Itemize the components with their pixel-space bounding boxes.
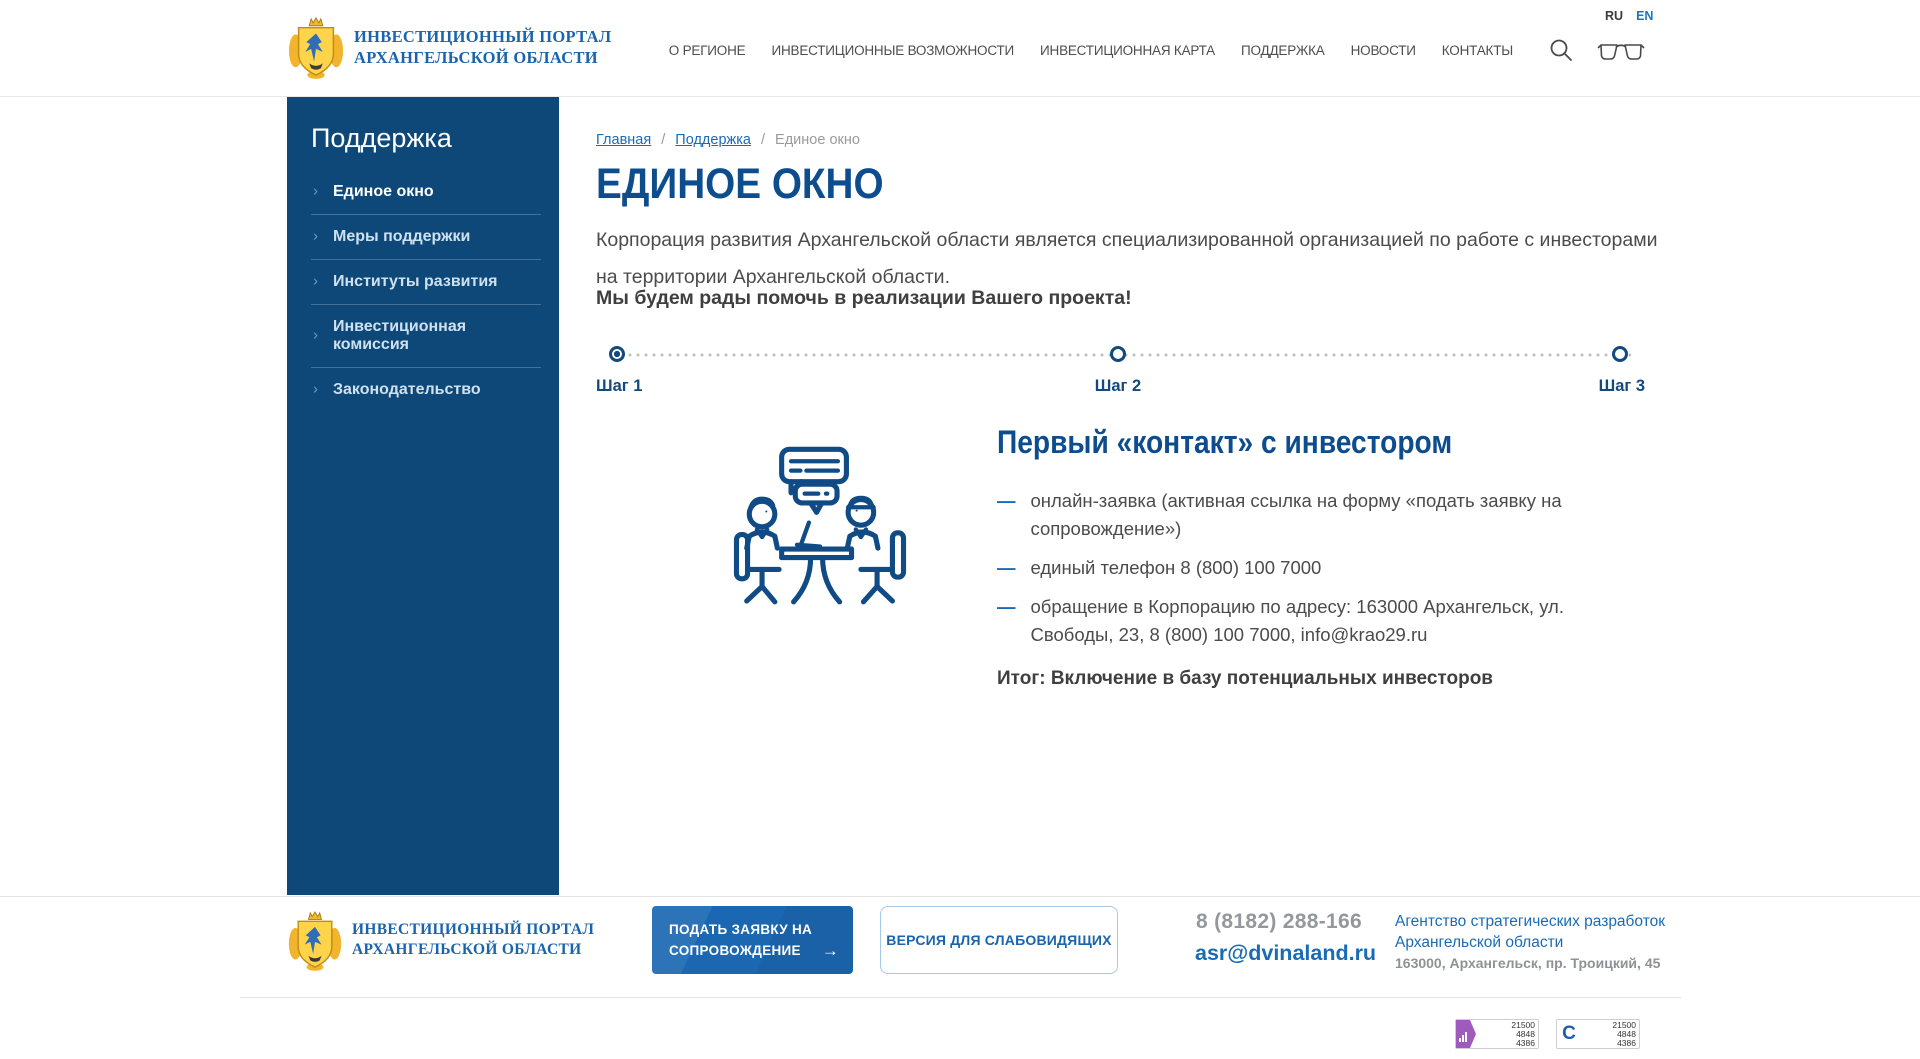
list-item: — онлайн-заявка (активная ссылка на форм…: [997, 487, 1652, 543]
coat-of-arms-icon: [287, 14, 345, 80]
breadcrumb-current: Единое окно: [775, 132, 860, 148]
visually-impaired-version-button[interactable]: ВЕРСИЯ ДЛЯ СЛАБОВИДЯЩИХ: [880, 906, 1118, 974]
logo-line-2: АРХАНГЕЛЬСКОЙ ОБЛАСТИ: [352, 940, 594, 960]
main-nav: О РЕГИОНЕ ИНВЕСТИЦИОННЫЕ ВОЗМОЖНОСТИ ИНВ…: [669, 43, 1513, 58]
breadcrumb-separator: /: [761, 132, 765, 148]
step-1-dot[interactable]: [609, 346, 625, 362]
chevron-right-icon: ›: [313, 228, 318, 245]
nav-item-news[interactable]: НОВОСТИ: [1351, 43, 1416, 58]
nav-item-region[interactable]: О РЕГИОНЕ: [669, 43, 746, 58]
sidebar-item-development-institutes[interactable]: › Институты развития: [311, 259, 541, 304]
apply-button-line2: СОПРОВОЖДЕНИЕ: [669, 940, 801, 961]
sidebar-item-label: Единое окно: [333, 183, 434, 200]
lang-en[interactable]: EN: [1636, 9, 1653, 23]
breadcrumb: Главная / Поддержка / Единое окно: [596, 132, 860, 148]
sidebar-item-investment-commission[interactable]: › Инвестиционная комиссия: [311, 304, 541, 367]
agency-line-1: Агентство стратегических разработок: [1395, 911, 1665, 932]
sidebar-item-legislation[interactable]: › Законодательство: [311, 367, 541, 412]
step-3-dot[interactable]: [1612, 346, 1628, 362]
apply-button-line1: ПОДАТЬ ЗАЯВКУ НА: [669, 919, 839, 940]
result-text: Итог: Включение в базу потенциальных инв…: [997, 668, 1652, 690]
list-item-text: обращение в Корпорацию по адресу: 163000…: [1031, 593, 1653, 649]
apply-for-support-button[interactable]: ПОДАТЬ ЗАЯВКУ НА СОПРОВОЖДЕНИЕ →: [652, 906, 853, 974]
footer-divider: [0, 896, 1920, 897]
intro-bold-paragraph: Мы будем рады помочь в реализации Вашего…: [596, 287, 1132, 310]
footer-phone: 8 (8182) 288-166: [1196, 910, 1362, 934]
nav-item-investment-map[interactable]: ИНВЕСТИЦИОННАЯ КАРТА: [1040, 43, 1215, 58]
intro-paragraph: Корпорация развития Архангельской област…: [596, 222, 1671, 296]
chevron-right-icon: ›: [313, 327, 318, 344]
sidebar-item-label: Инвестиционная комиссия: [333, 318, 466, 353]
logo-line-1: ИНВЕСТИЦИОННЫЙ ПОРТАЛ: [354, 26, 611, 47]
meeting-illustration: [722, 430, 918, 622]
language-switcher: RU EN: [1605, 9, 1653, 23]
steps-progress: Шаг 1 Шаг 2 Шаг 3: [596, 346, 1645, 406]
sidebar-item-label: Законодательство: [333, 381, 481, 398]
chevron-right-icon: ›: [313, 183, 318, 200]
sputnik-counter-badge[interactable]: C 21500 4848 4386: [1556, 1019, 1640, 1049]
step-2-label[interactable]: Шаг 2: [1078, 377, 1158, 396]
visually-impaired-label: ВЕРСИЯ ДЛЯ СЛАБОВИДЯЩИХ: [886, 932, 1111, 948]
metrika-counter-numbers: 21500 4848 4386: [1476, 1020, 1538, 1048]
breadcrumb-support[interactable]: Поддержка: [675, 132, 751, 148]
breadcrumb-separator: /: [661, 132, 665, 148]
two-people-meeting-icon: [722, 430, 918, 622]
list-item-text: онлайн-заявка (активная ссылка на форму …: [1031, 487, 1653, 543]
dash-marker-icon: —: [997, 554, 1016, 582]
search-icon[interactable]: [1549, 38, 1575, 64]
coat-of-arms-icon: [287, 908, 343, 972]
site-logo-text: ИНВЕСТИЦИОННЫЙ ПОРТАЛ АРХАНГЕЛЬСКОЙ ОБЛА…: [354, 26, 611, 68]
step-1-label[interactable]: Шаг 1: [596, 377, 642, 396]
site-logo[interactable]: ИНВЕСТИЦИОННЫЙ ПОРТАЛ АРХАНГЕЛЬСКОЙ ОБЛА…: [287, 14, 611, 80]
footer-logo-text: ИНВЕСТИЦИОННЫЙ ПОРТАЛ АРХАНГЕЛЬСКОЙ ОБЛА…: [352, 920, 594, 960]
accessibility-glasses-icon[interactable]: [1597, 41, 1645, 61]
sidebar-item-label: Меры поддержки: [333, 228, 470, 245]
sidebar-item-label: Институты развития: [333, 273, 498, 290]
agency-link[interactable]: Агентство стратегических разработок Арха…: [1395, 911, 1665, 953]
step-3-label[interactable]: Шаг 3: [1599, 377, 1645, 396]
sidebar-support: Поддержка › Единое окно › Меры поддержки…: [287, 96, 559, 895]
bottom-divider: [240, 997, 1681, 998]
nav-item-opportunities[interactable]: ИНВЕСТИЦИОННЫЕ ВОЗМОЖНОСТИ: [771, 43, 1014, 58]
dash-marker-icon: —: [997, 487, 1016, 543]
page-title: ЕДИНОЕ ОКНО: [596, 160, 884, 209]
sidebar-item-support-measures[interactable]: › Меры поддержки: [311, 214, 541, 259]
counter-value: 4386: [1617, 1039, 1636, 1048]
chevron-right-icon: ›: [313, 273, 318, 290]
lang-ru[interactable]: RU: [1605, 9, 1623, 23]
sidebar-title: Поддержка: [311, 123, 559, 154]
breadcrumb-home[interactable]: Главная: [596, 132, 651, 148]
list-item: — обращение в Корпорацию по адресу: 1630…: [997, 593, 1652, 649]
header: ИНВЕСТИЦИОННЫЙ ПОРТАЛ АРХАНГЕЛЬСКОЙ ОБЛА…: [0, 0, 1920, 97]
step-content: Первый «контакт» с инвестором — онлайн-з…: [997, 424, 1652, 690]
bar-chart-icon: [1456, 1020, 1476, 1048]
nav-item-contacts[interactable]: КОНТАКТЫ: [1442, 43, 1513, 58]
logo-line-2: АРХАНГЕЛЬСКОЙ ОБЛАСТИ: [354, 47, 611, 68]
sputnik-logo-icon: C: [1557, 1020, 1581, 1048]
chevron-right-icon: ›: [313, 381, 318, 398]
counter-value: 4386: [1516, 1039, 1535, 1048]
dash-marker-icon: —: [997, 593, 1016, 649]
footer-logo[interactable]: ИНВЕСТИЦИОННЫЙ ПОРТАЛ АРХАНГЕЛЬСКОЙ ОБЛА…: [287, 908, 594, 972]
contact-options-list: — онлайн-заявка (активная ссылка на форм…: [997, 487, 1652, 649]
sidebar-item-single-window[interactable]: › Единое окно: [311, 170, 541, 214]
sputnik-counter-numbers: 21500 4848 4386: [1581, 1020, 1639, 1048]
metrika-counter-badge[interactable]: 21500 4848 4386: [1455, 1019, 1539, 1049]
section-heading: Первый «контакт» с инвестором: [997, 424, 1573, 461]
footer-email-link[interactable]: asr@dvinaland.ru: [1195, 941, 1376, 966]
list-item: — единый телефон 8 (800) 100 7000: [997, 554, 1652, 582]
page: ИНВЕСТИЦИОННЫЙ ПОРТАЛ АРХАНГЕЛЬСКОЙ ОБЛА…: [0, 0, 1920, 1059]
footer-address: 163000, Архангельск, пр. Троицкий, 45: [1395, 955, 1660, 971]
agency-line-2: Архангельской области: [1395, 932, 1665, 953]
logo-line-1: ИНВЕСТИЦИОННЫЙ ПОРТАЛ: [352, 920, 594, 940]
list-item-text: единый телефон 8 (800) 100 7000: [1031, 554, 1322, 582]
nav-item-support[interactable]: ПОДДЕРЖКА: [1241, 43, 1325, 58]
sidebar-menu: › Единое окно › Меры поддержки › Институ…: [287, 170, 559, 412]
arrow-right-icon: →: [822, 940, 839, 961]
step-2-dot[interactable]: [1110, 346, 1126, 362]
